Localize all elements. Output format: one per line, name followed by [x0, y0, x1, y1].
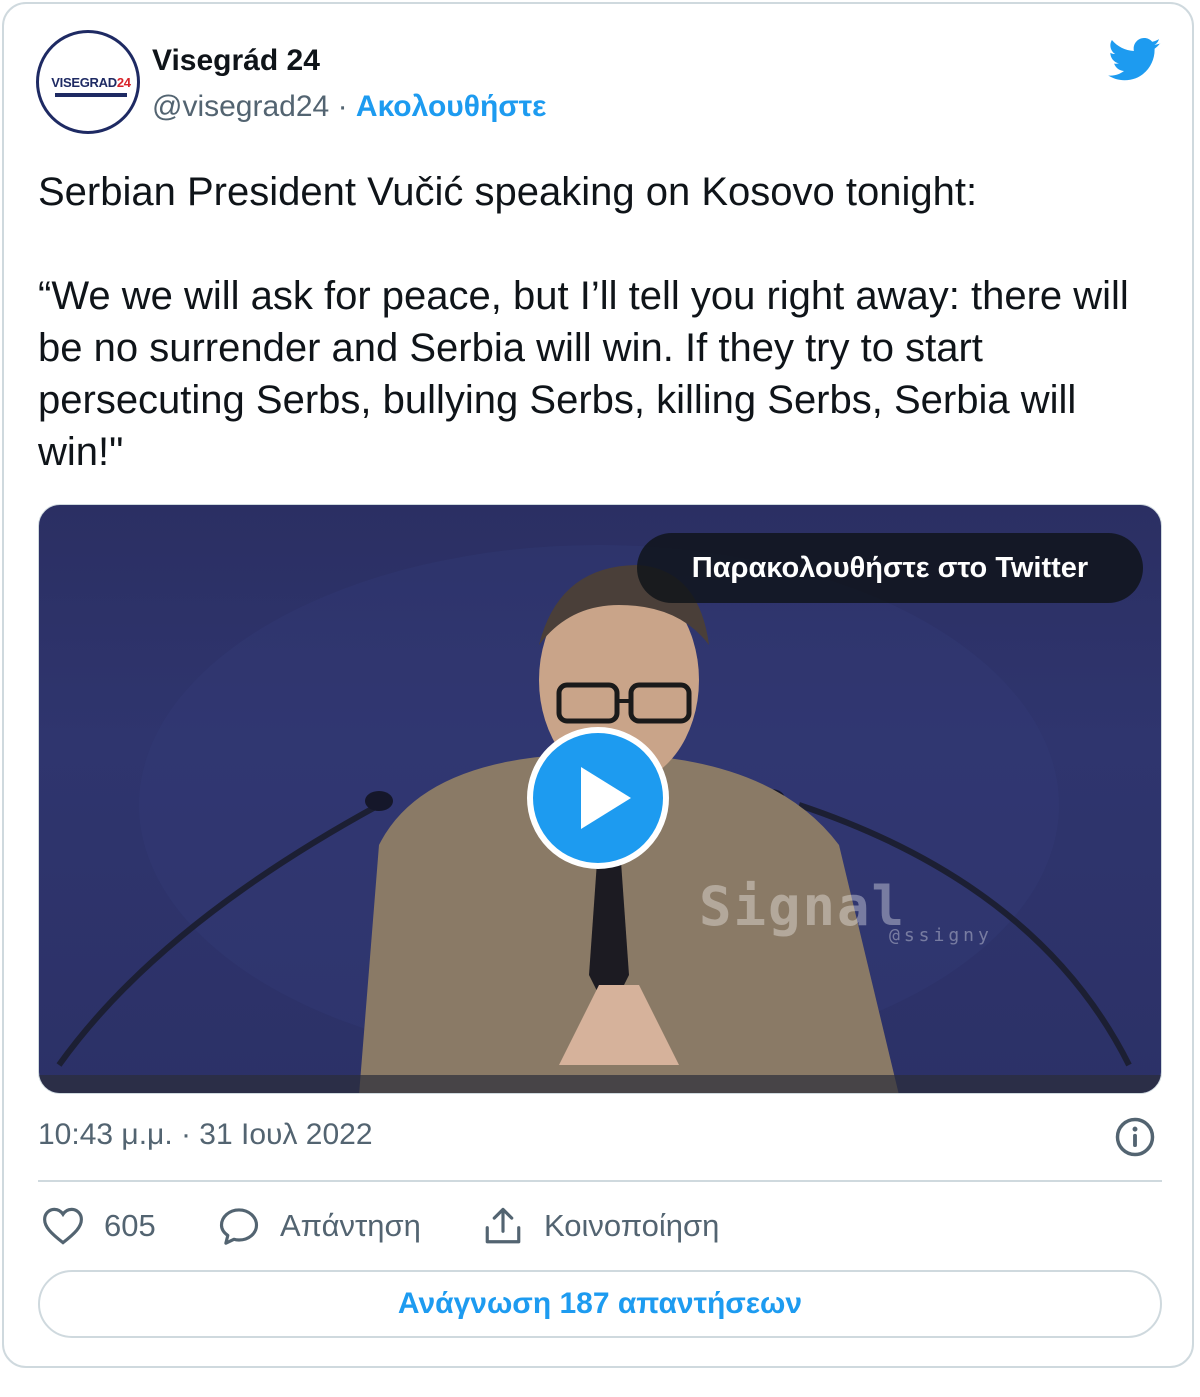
tweet-text-line-1: Serbian President Vučić speaking on Koso…: [38, 170, 978, 214]
tweet-timestamp[interactable]: 10:43 μ.μ. · 31 Ιουλ 2022: [38, 1118, 373, 1152]
avatar-logo-bar: [55, 93, 127, 97]
reply-icon: [219, 1208, 259, 1245]
watch-on-twitter-button[interactable]: Παρακολουθήστε στο Twitter: [637, 533, 1143, 603]
signal-watermark: Signal: [699, 875, 907, 938]
reply-action[interactable]: Απάντηση: [218, 1204, 421, 1248]
follow-button[interactable]: Ακολουθήστε: [356, 90, 547, 123]
avatar-logo: VISEGRAD24: [51, 75, 131, 90]
share-action[interactable]: Κοινοποίηση: [482, 1204, 719, 1248]
reply-label: Απάντηση: [280, 1208, 421, 1243]
tweet-text: Serbian President Vučić speaking on Koso…: [38, 166, 1168, 478]
play-button[interactable]: [527, 727, 669, 869]
heart-icon: [43, 1207, 83, 1245]
separator: ·: [337, 90, 348, 123]
video-player[interactable]: Signal @ssigny Παρακολουθήστε στο Twitte…: [38, 504, 1162, 1094]
tweet-text-quote: “We we will ask for peace, but I’ll tell…: [38, 274, 1129, 474]
read-replies-button[interactable]: Ανάγνωση 187 απαντήσεων: [38, 1270, 1162, 1338]
share-label: Κοινοποίηση: [544, 1208, 720, 1243]
handle-line: @visegrad24 · Ακολουθήστε: [152, 90, 546, 124]
author-handle[interactable]: @visegrad24: [152, 90, 329, 123]
likes-count: 605: [104, 1208, 156, 1243]
avatar[interactable]: VISEGRAD24: [36, 30, 140, 134]
info-icon[interactable]: [1114, 1116, 1156, 1158]
tweet-card: VISEGRAD24 Visegrád 24 @visegrad24 · Ακο…: [2, 2, 1194, 1368]
like-action[interactable]: 605: [42, 1204, 156, 1248]
play-icon: [581, 767, 631, 829]
divider: [38, 1180, 1162, 1182]
author-name[interactable]: Visegrád 24: [152, 44, 320, 78]
signal-watermark-handle: @ssigny: [889, 925, 993, 946]
share-icon: [485, 1207, 521, 1244]
twitter-bird-icon[interactable]: [1108, 38, 1162, 82]
